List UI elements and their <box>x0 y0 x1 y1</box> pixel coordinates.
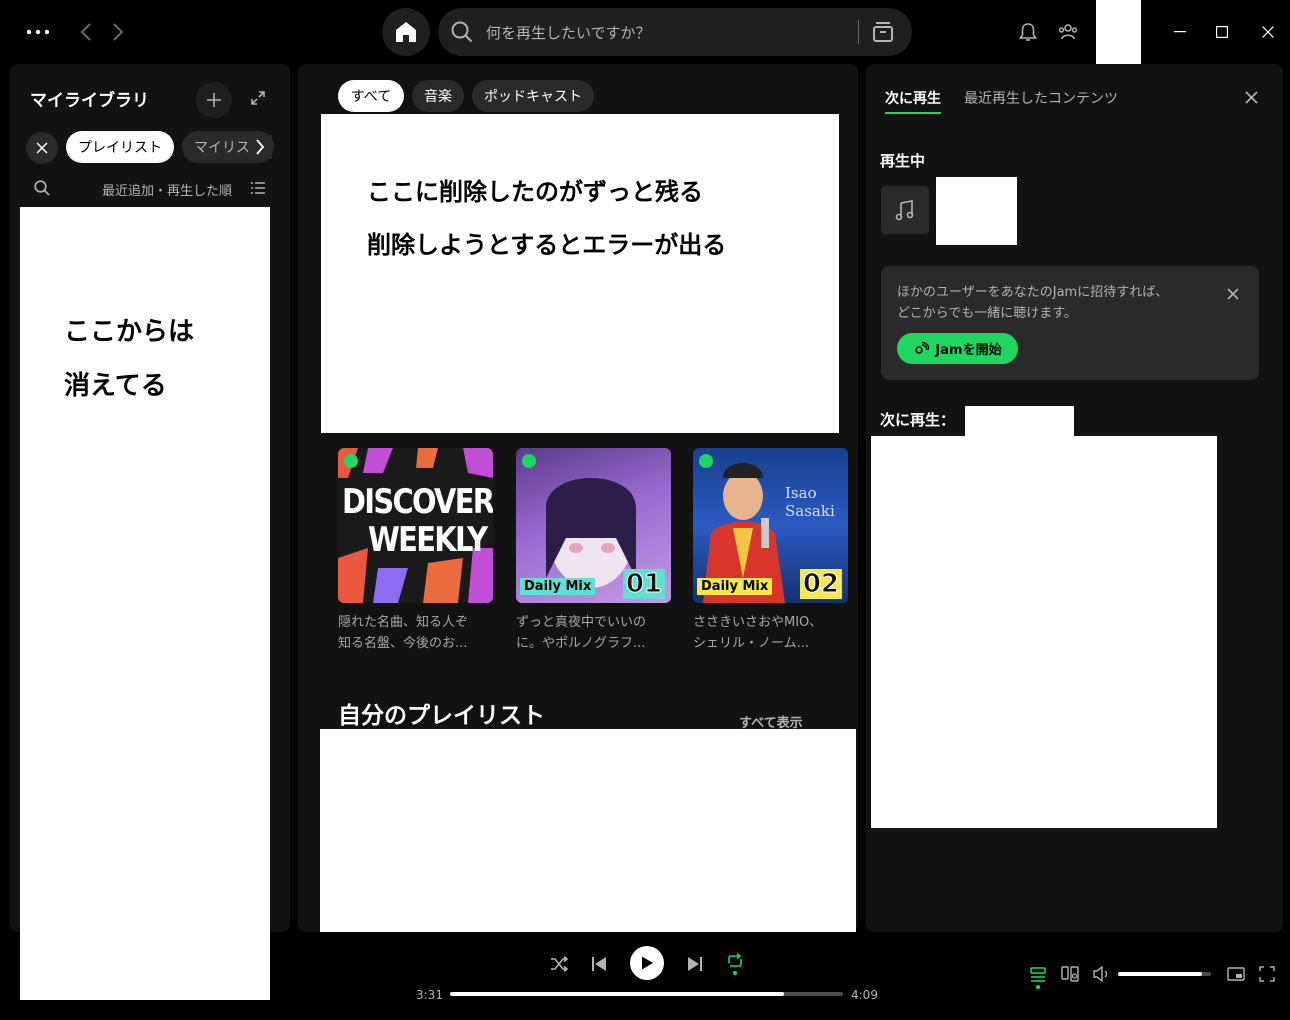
plus-icon <box>207 93 221 107</box>
duration-time: 4:09 <box>851 988 878 1002</box>
volume-fill <box>1118 972 1202 976</box>
avatar[interactable] <box>1096 0 1141 64</box>
queue-active-dot <box>1036 985 1040 989</box>
library-search-icon[interactable] <box>32 178 52 198</box>
connect-device-icon[interactable] <box>1060 964 1080 984</box>
search-input[interactable]: 何を再生したいですか？ <box>486 22 651 43</box>
next-track-icon[interactable] <box>683 952 707 976</box>
search-icon <box>450 20 474 44</box>
library-annotation-line2: 消えてる <box>64 371 167 401</box>
close-window-icon[interactable] <box>1256 20 1280 44</box>
main-annotation-line2: 削除しようとするとエラーが出る <box>367 231 727 259</box>
more-menu-icon[interactable] <box>24 20 52 44</box>
main-annotation-line1: ここに削除したのがずっと残る <box>367 178 703 206</box>
friend-activity-icon[interactable] <box>1056 20 1080 44</box>
jam-card: ほかのユーザーをあなたのJamに招待すれば、 どこからでも一緒に聴けます。 Ja… <box>881 266 1259 380</box>
jam-description-line1: ほかのユーザーをあなたのJamに招待すれば、 <box>897 285 1169 300</box>
tile-description-3-line2: シェリル・ノーム... <box>693 636 810 651</box>
filter-music[interactable]: 音楽 <box>412 80 464 112</box>
browse-icon[interactable] <box>870 20 896 44</box>
daily-mix-number: 01 <box>622 569 665 600</box>
daily-mix-badge: Daily Mix <box>697 578 773 595</box>
search-divider <box>858 20 859 44</box>
queue-icon[interactable] <box>1028 964 1048 992</box>
library-sort-label[interactable]: 最近追加・再生した順 <box>102 180 232 199</box>
close-icon <box>36 142 48 154</box>
main-redaction: ここに削除したのがずっと残る 削除しようとするとエラーが出る <box>321 114 839 433</box>
list-view-icon[interactable] <box>248 178 268 198</box>
daily-mix-number: 02 <box>799 569 842 600</box>
dismiss-jam-icon[interactable] <box>1223 284 1243 304</box>
tile-description-2: ずっと真夜中でいいの に。やポルノグラフ... <box>516 612 666 654</box>
section-title[interactable]: 自分のプレイリスト <box>338 696 545 730</box>
tile-description-2-line1: ずっと真夜中でいいの <box>516 615 647 630</box>
tab-queue-indicator <box>885 112 941 114</box>
spotify-logo-icon <box>522 454 536 468</box>
fullscreen-icon[interactable] <box>1257 964 1277 984</box>
miniplayer-icon[interactable] <box>1226 964 1246 984</box>
playlist-tile-daily-mix-1[interactable]: Daily Mix 01 <box>516 448 671 603</box>
daily-mix-2-cover-text: Isao Sasaki <box>785 484 835 520</box>
music-note-icon <box>895 200 914 221</box>
clear-filter-button[interactable] <box>26 132 58 164</box>
library-annotation-line1: ここからは <box>64 317 195 347</box>
shuffle-icon[interactable] <box>547 952 571 976</box>
queue-list-redaction <box>871 436 1217 828</box>
volume-slider[interactable] <box>1118 972 1211 976</box>
start-jam-button[interactable]: Jamを開始 <box>897 333 1018 364</box>
track-info-redaction <box>936 177 1017 245</box>
next-up-redaction <box>965 406 1074 436</box>
filter-all[interactable]: すべて <box>338 80 404 112</box>
create-playlist-button[interactable] <box>196 82 232 118</box>
now-playing-label: 再生中 <box>880 152 926 170</box>
start-jam-label: Jamを開始 <box>935 343 1002 358</box>
expand-library-icon[interactable] <box>246 86 270 110</box>
tab-recently-played[interactable]: 最近再生したコンテンツ <box>964 88 1118 108</box>
queue-panel: 次に再生 最近再生したコンテンツ 再生中 ほかのユーザーをあなたのJamに招待す… <box>866 64 1283 932</box>
repeat-icon[interactable] <box>723 950 747 978</box>
close-queue-icon[interactable] <box>1240 86 1262 108</box>
spotify-logo-icon <box>699 454 713 468</box>
tile-description-3: ささきいさおやMIO、 シェリル・ノーム... <box>693 612 843 654</box>
previous-track-icon[interactable] <box>587 952 611 976</box>
library-title[interactable]: マイライブラリ <box>30 86 149 111</box>
jam-description: ほかのユーザーをあなたのJamに招待すれば、 どこからでも一緒に聴けます。 <box>897 282 1217 324</box>
tile-description-3-line1: ささきいさおやMIO、 <box>693 615 823 630</box>
back-arrow-icon[interactable] <box>74 20 98 44</box>
progress-bar[interactable] <box>450 992 843 996</box>
tile-description-1-line1: 隠れた名曲、知る人ぞ <box>338 615 469 630</box>
search-bar[interactable]: 何を再生したいですか？ <box>438 8 912 56</box>
jam-description-line2: どこからでも一緒に聴けます。 <box>897 306 1077 321</box>
tile-description-1-line2: 知る名盤、今後のお... <box>338 636 468 651</box>
discover-weekly-text1: DISCOVER <box>342 482 493 522</box>
next-up-label: 次に再生： <box>880 411 956 429</box>
progress-fill <box>450 992 785 996</box>
play-icon <box>642 956 653 970</box>
tile-description-1: 隠れた名曲、知る人ぞ 知る名盤、今後のお... <box>338 612 488 654</box>
tile-description-2-line2: に。やポルノグラフ... <box>516 636 646 651</box>
filter-podcast[interactable]: ポッドキャスト <box>472 80 594 112</box>
jam-icon <box>915 341 930 354</box>
home-icon <box>396 22 416 42</box>
volume-icon[interactable] <box>1092 964 1112 984</box>
library-redaction: ここからは 消えてる <box>20 207 270 1000</box>
repeat-active-dot <box>733 971 737 975</box>
playlist-tile-discover-weekly[interactable]: DISCOVER WEEKLY <box>338 448 493 603</box>
spotify-logo-icon <box>344 454 358 468</box>
discover-weekly-text2: WEEKLY <box>368 520 488 560</box>
home-button[interactable] <box>382 8 430 56</box>
maximize-icon[interactable] <box>1212 20 1232 44</box>
forward-arrow-icon[interactable] <box>106 20 130 44</box>
elapsed-time: 3:31 <box>416 988 443 1002</box>
notification-bell-icon[interactable] <box>1016 20 1040 44</box>
playlist-tile-daily-mix-2[interactable]: Isao Sasaki Daily Mix 02 <box>693 448 848 603</box>
play-button[interactable] <box>630 946 664 980</box>
minimize-icon[interactable] <box>1170 20 1190 44</box>
track-art-placeholder[interactable] <box>881 186 929 234</box>
daily-mix-badge: Daily Mix <box>520 578 596 595</box>
chip-scroll-right-icon[interactable] <box>248 135 272 159</box>
tab-queue[interactable]: 次に再生 <box>885 88 941 108</box>
playlist-redaction <box>320 729 856 932</box>
chip-playlist[interactable]: プレイリスト <box>66 131 174 163</box>
